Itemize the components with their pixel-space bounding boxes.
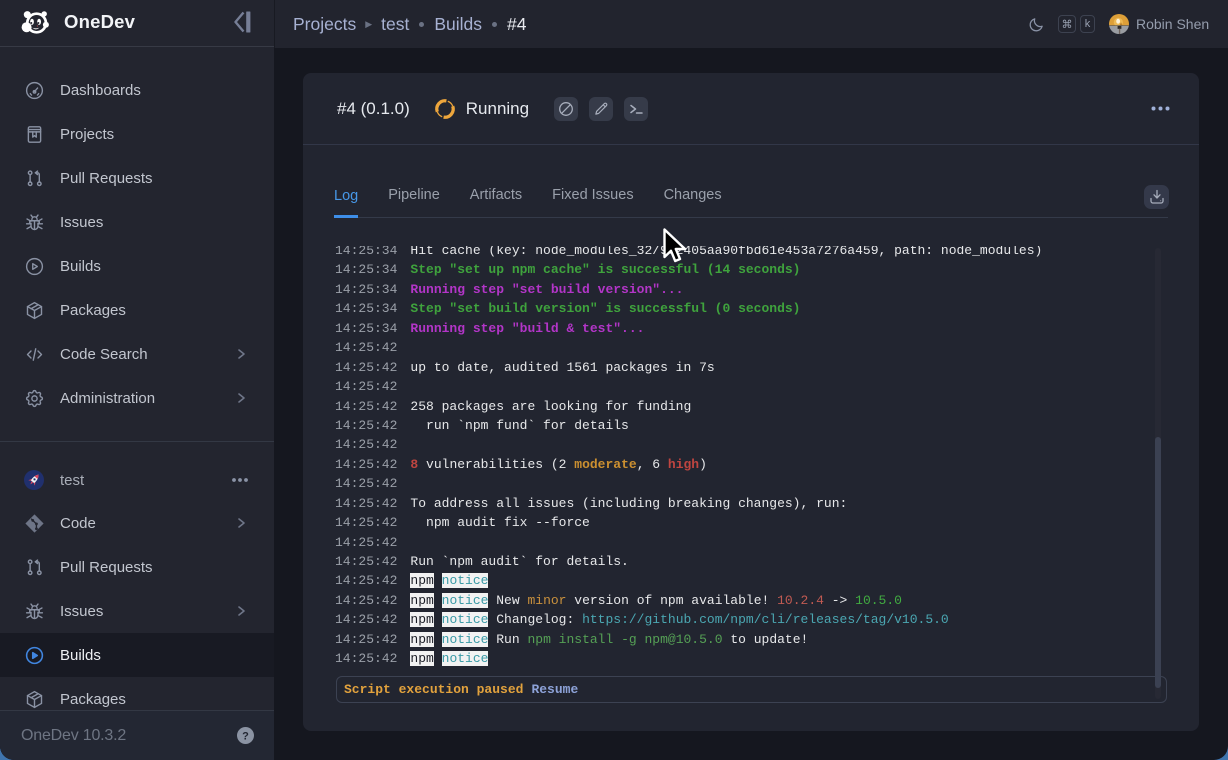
svg-text:?: ? [242,730,249,742]
